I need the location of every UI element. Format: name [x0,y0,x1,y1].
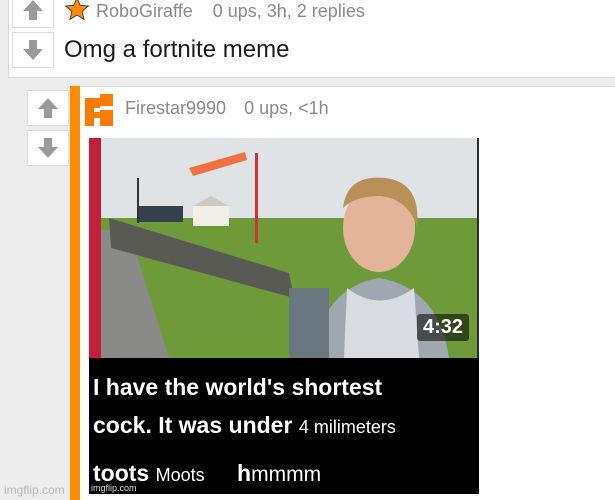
video-duration-badge: 4:32 [416,314,469,341]
flag-icon [85,94,113,126]
comment-username[interactable]: RoboGiraffe [96,1,193,22]
reply-username[interactable]: Firestar9990 [125,98,226,119]
reply-meta: 0 ups, <1h [244,98,329,118]
meme-image[interactable]: 4:32 I have the world's shortest cock. I… [89,138,479,494]
caption-moots: Moots [155,465,205,485]
caption-small-text-end: eters [355,417,396,437]
caption-small-text: 4 milim [298,417,356,437]
arrow-down-icon [23,40,43,60]
reply-thread-bar [70,86,80,500]
star-icon [64,0,90,22]
reply-header: Firestar9990 0 ups, <1h [125,98,329,119]
upvote-button[interactable] [12,0,54,28]
comment-header: RoboGiraffe 0 ups, 3h, 2 replies [64,0,365,22]
arrow-down-icon [38,138,58,158]
imgflip-watermark: imgflip.com [4,483,65,497]
comment-body: Omg a fortnite meme [64,36,290,63]
meme-caption-line-1: I have the world's shortest [93,374,383,400]
comment-meta: 0 ups, 3h, 2 replies [212,0,365,21]
arrow-up-icon [38,98,58,118]
downvote-button[interactable] [12,32,54,68]
reply-vote-column [27,90,69,166]
caption-mmmm: mmmm [251,463,322,486]
arrow-up-icon [23,0,43,20]
caption-text: . It was under [145,412,299,438]
upvote-button[interactable] [27,90,69,126]
downvote-button[interactable] [27,130,69,166]
comment-vote-column [12,0,54,68]
meme-watermark: imgflip.com [91,483,137,493]
caption-word-cock: cock [93,412,146,438]
caption-h: h [237,460,252,486]
meme-caption-line-2: cock. It was under 4 milimeters [93,412,396,439]
